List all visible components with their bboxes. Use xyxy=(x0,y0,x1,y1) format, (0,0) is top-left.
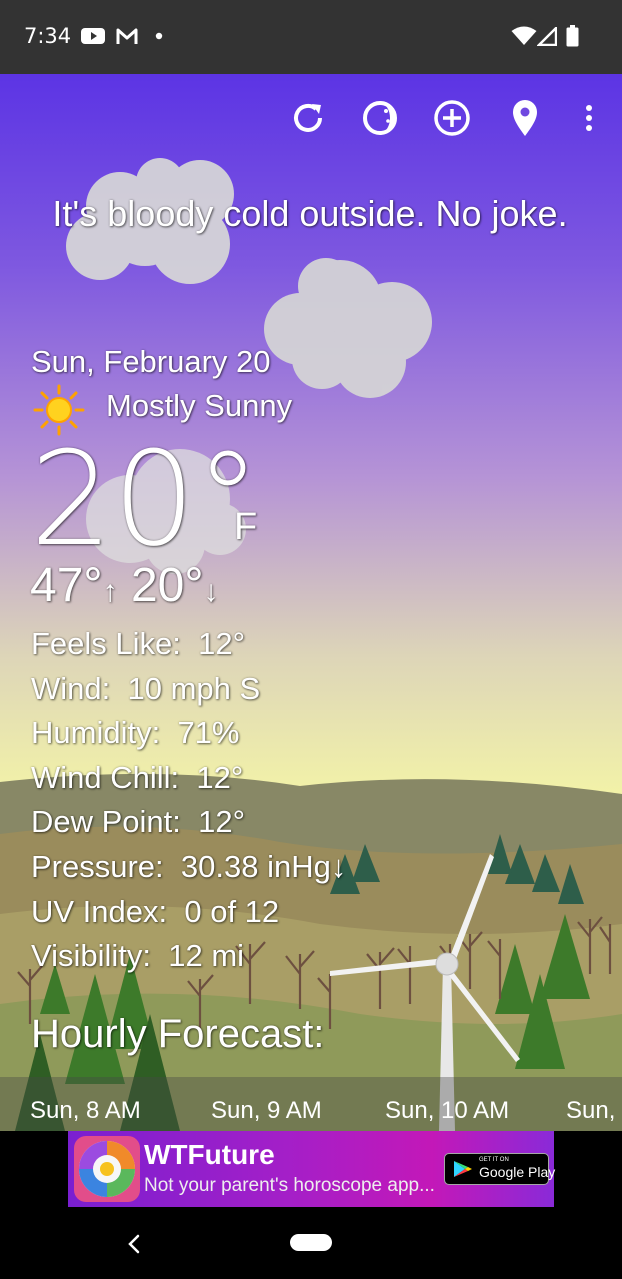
battery-icon xyxy=(566,25,579,47)
overflow-menu-icon xyxy=(586,105,592,131)
hour-item[interactable]: Sun, 8 AM xyxy=(30,1097,141,1125)
navigation-bar xyxy=(0,1207,622,1279)
weather-headline: It's bloody cold outside. No joke. xyxy=(52,193,568,234)
youtube-icon xyxy=(81,28,105,44)
hourly-forecast-title: Hourly Forecast: xyxy=(31,1012,325,1056)
forecast-date: Sun, February 20 xyxy=(31,344,271,379)
high-low-temperature: 47°↑ 20°↓ xyxy=(30,558,219,620)
detail-humidity: Humidity: 71% xyxy=(31,715,240,751)
weather-screen: It's bloody cold outside. No joke. Sun, … xyxy=(0,74,622,1131)
high-temperature: 47° xyxy=(30,559,103,612)
ad-title: WTFuture xyxy=(144,1139,275,1170)
weather-details: Feels Like: 12° Wind: 10 mph S Humidity:… xyxy=(31,622,346,979)
add-location-button[interactable] xyxy=(428,94,476,142)
theme-button[interactable] xyxy=(356,94,404,142)
refresh-button[interactable] xyxy=(284,94,332,142)
refresh-icon xyxy=(294,103,322,132)
status-time: 7:34 xyxy=(24,24,72,48)
detail-wind-chill: Wind Chill: 12° xyxy=(31,759,244,795)
detail-feels-like: Feels Like: 12° xyxy=(31,626,246,661)
home-handle[interactable] xyxy=(290,1234,332,1251)
condition-text: Mostly Sunny xyxy=(106,388,293,423)
hour-item[interactable]: Sun, 9 AM xyxy=(211,1097,322,1125)
detail-wind: Wind: 10 mph S xyxy=(31,670,261,706)
detail-uv-index: UV Index: 0 of 12 xyxy=(31,893,280,929)
status-bar: 7:34 xyxy=(0,0,622,74)
back-icon[interactable] xyxy=(124,1233,144,1255)
high-arrow-icon: ↑ xyxy=(102,575,118,608)
detail-visibility: Visibility: 12 mi xyxy=(31,938,245,974)
detail-pressure: Pressure: 30.38 inHg↓ xyxy=(31,848,347,884)
low-arrow-icon: ↓ xyxy=(203,575,219,608)
google-play-icon xyxy=(454,1161,472,1177)
hour-item[interactable]: Sun, xyxy=(566,1097,615,1125)
add-location-icon xyxy=(434,100,470,136)
hourly-forecast-strip[interactable]: Sun, 8 AM Sun, 9 AM Sun, 10 AM Sun, xyxy=(0,1077,622,1131)
temperature-unit: F xyxy=(234,506,258,548)
google-play-badge[interactable]: GET IT ON Google Play xyxy=(444,1153,555,1185)
ad-banner[interactable]: WTFuture Not your parent's horoscope app… xyxy=(68,1131,555,1207)
gmail-icon xyxy=(116,28,138,44)
wifi-icon xyxy=(511,26,537,45)
location-pin-icon xyxy=(513,100,537,136)
notification-dot-icon xyxy=(155,32,163,40)
ad-subtitle: Not your parent's horoscope app... xyxy=(144,1175,435,1196)
badge-store-name: Google Play xyxy=(479,1164,556,1180)
low-temperature: 20° xyxy=(130,559,204,612)
location-button[interactable] xyxy=(501,94,549,142)
zodiac-wheel-icon xyxy=(74,1136,140,1202)
overflow-menu-button[interactable] xyxy=(565,94,613,142)
signal-icon xyxy=(537,27,557,46)
theme-icon xyxy=(363,101,397,135)
current-temperature: 20° xyxy=(30,423,261,575)
detail-dew-point: Dew Point: 12° xyxy=(31,804,246,840)
hour-item[interactable]: Sun, 10 AM xyxy=(385,1097,509,1125)
badge-caption: GET IT ON xyxy=(479,1157,509,1163)
